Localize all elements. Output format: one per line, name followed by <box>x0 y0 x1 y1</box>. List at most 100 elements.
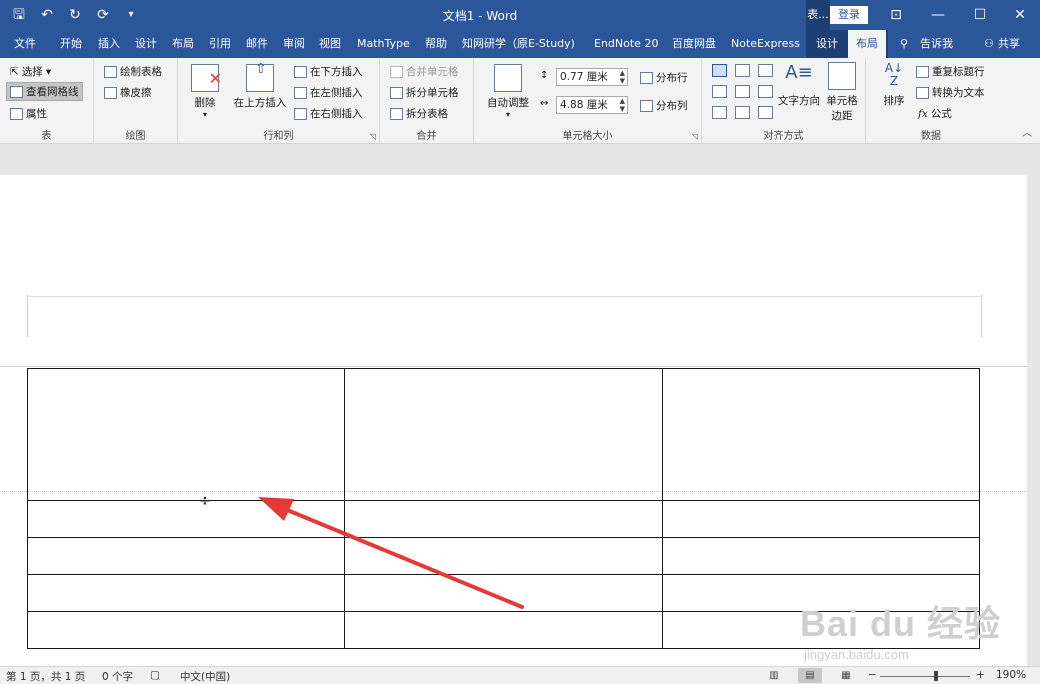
split-cells-button[interactable]: 拆分单元格 <box>390 85 459 100</box>
tab-share[interactable]: 共享 <box>998 30 1020 58</box>
align-bottom-center-icon[interactable] <box>735 106 750 119</box>
zoom-out-button[interactable]: − <box>868 669 877 681</box>
align-bottom-right-icon[interactable] <box>758 106 773 119</box>
zoom-in-button[interactable]: + <box>976 669 985 681</box>
autofit-button[interactable]: 自动调整 ▾ <box>480 64 536 119</box>
collapse-ribbon-icon[interactable]: ︿ <box>1022 124 1032 139</box>
group-label-rows-columns: 行和列 <box>263 131 294 142</box>
word-count[interactable]: 0 个字 <box>102 669 133 684</box>
properties-button[interactable]: 属性 <box>10 106 47 121</box>
cell-margins-button[interactable]: 单元格 边距 <box>824 62 860 123</box>
tab-insert[interactable]: 插入 <box>98 30 120 58</box>
tab-noteexpress[interactable]: NoteExpress <box>731 30 800 58</box>
distribute-columns-button[interactable]: 分布列 <box>640 98 688 113</box>
tab-endnote[interactable]: EndNote 20 <box>594 30 658 58</box>
tab-table-layout[interactable]: 布局 <box>848 30 886 58</box>
tell-me-icon[interactable]: ⚲ <box>900 30 908 58</box>
tab-tell-me[interactable]: 告诉我 <box>920 30 953 58</box>
print-layout-icon[interactable]: ▤ <box>798 668 822 683</box>
tab-help[interactable]: 帮助 <box>425 30 447 58</box>
web-layout-icon[interactable]: ▦ <box>834 668 858 683</box>
height-spinner-icon[interactable]: ▲ ▼ <box>620 69 625 85</box>
document-area: ÷ Bai du 经验 jingyan.baidu.com <box>0 145 1040 666</box>
read-mode-icon[interactable]: ▥ <box>762 668 786 683</box>
undo-icon[interactable]: ↶ <box>36 4 58 26</box>
ribbon-display-icon[interactable]: ⊡ <box>876 0 916 30</box>
tab-file[interactable]: 文件 <box>14 30 36 58</box>
table-cell[interactable] <box>661 537 981 575</box>
status-bar: 第 1 页，共 1 页 0 个字 ▢ 中文(中国) ▥ ▤ ▦ − + 190% <box>0 666 1040 684</box>
draw-table-button[interactable]: 绘制表格 <box>104 64 162 79</box>
tab-view[interactable]: 视图 <box>319 30 341 58</box>
tab-review[interactable]: 审阅 <box>283 30 305 58</box>
cell-size-dialog-launcher-icon[interactable]: ◹ <box>692 132 698 141</box>
delete-button[interactable]: ✕ 删除 ▾ <box>188 64 222 119</box>
select-button[interactable]: ⇱ 选择 ▾ <box>10 64 51 79</box>
tab-home[interactable]: 开始 <box>60 30 82 58</box>
document-title: 文档1 - Word <box>442 9 518 23</box>
customize-icon[interactable]: ▾ <box>120 4 142 26</box>
zoom-slider[interactable] <box>880 676 970 677</box>
save-icon[interactable]: 🖫 <box>8 4 30 26</box>
tab-references[interactable]: 引用 <box>209 30 231 58</box>
refresh-icon[interactable]: ⟳ <box>92 4 114 26</box>
tab-design[interactable]: 设计 <box>135 30 157 58</box>
tab-baidu-pan[interactable]: 百度网盘 <box>672 30 716 58</box>
zoom-level[interactable]: 190% <box>996 669 1026 681</box>
table-cell[interactable] <box>661 368 981 501</box>
sort-button[interactable]: A↓ Z 排序 <box>874 62 914 108</box>
zoom-slider-thumb[interactable] <box>934 671 938 681</box>
insert-above-button[interactable]: ⇧ 在上方插入 <box>232 61 288 110</box>
width-spinner-icon[interactable]: ▲ ▼ <box>620 97 625 113</box>
redo-icon[interactable]: ↻ <box>64 4 86 26</box>
table-cell[interactable] <box>344 611 663 649</box>
tab-mailings[interactable]: 邮件 <box>246 30 268 58</box>
formula-button[interactable]: fx 公式 <box>918 106 952 121</box>
align-middle-right-icon[interactable] <box>758 85 773 98</box>
insert-right-icon <box>294 107 307 120</box>
text-margin-guide <box>0 366 1027 367</box>
title-bar: 🖫 ↶ ↻ ⟳ ▾ 文档1 - Word 表... 登录 ⊡ — ☐ ✕ <box>0 0 1040 30</box>
tab-mathtype[interactable]: MathType <box>357 30 410 58</box>
group-draw: 绘制表格 橡皮擦 绘图 <box>94 58 178 144</box>
table-cell[interactable] <box>661 500 981 538</box>
table-cell[interactable] <box>26 368 346 501</box>
column-width-input[interactable]: 4.88 厘米 ▲ ▼ <box>556 96 628 114</box>
maximize-icon[interactable]: ☐ <box>960 0 1000 30</box>
share-icon[interactable]: ⚇ <box>984 30 994 58</box>
split-table-button[interactable]: 拆分表格 <box>390 106 448 121</box>
document-page[interactable]: ÷ Bai du 经验 jingyan.baidu.com <box>0 175 1027 666</box>
row-height-input[interactable]: 0.77 厘米 ▲ ▼ <box>556 68 628 86</box>
margin-mark-left <box>27 295 28 337</box>
repeat-header-button[interactable]: 重复标题行 <box>916 64 985 79</box>
align-middle-center-icon[interactable] <box>735 85 750 98</box>
align-top-left-icon[interactable] <box>712 64 727 77</box>
table-cell[interactable] <box>344 368 663 501</box>
sort-az-icon: A↓ Z <box>884 61 904 88</box>
insert-right-button[interactable]: 在右侧插入 <box>294 106 363 121</box>
eraser-button[interactable]: 橡皮擦 <box>104 85 152 100</box>
view-gridlines-button[interactable]: 查看网格线 <box>6 82 83 101</box>
align-bottom-left-icon[interactable] <box>712 106 727 119</box>
merge-cells-button[interactable]: 合并单元格 <box>390 64 459 79</box>
login-button[interactable]: 登录 <box>830 6 868 24</box>
group-table: ⇱ 选择 ▾ 查看网格线 属性 表 <box>0 58 94 144</box>
language-indicator[interactable]: 中文(中国) <box>180 669 230 684</box>
minimize-icon[interactable]: — <box>918 0 958 30</box>
align-top-center-icon[interactable] <box>735 64 750 77</box>
proofing-icon[interactable]: ▢ <box>150 669 160 681</box>
tab-table-design[interactable]: 设计 <box>816 30 838 58</box>
distribute-rows-button[interactable]: 分布行 <box>640 70 688 85</box>
page-count[interactable]: 第 1 页，共 1 页 <box>6 669 85 684</box>
insert-below-button[interactable]: 在下方插入 <box>294 64 363 79</box>
insert-left-button[interactable]: 在左侧插入 <box>294 85 363 100</box>
tab-cnki[interactable]: 知网研学（原E-Study) <box>462 30 575 58</box>
rows-columns-dialog-launcher-icon[interactable]: ◹ <box>370 132 376 141</box>
convert-to-text-button[interactable]: 转换为文本 <box>916 85 985 100</box>
tab-layout[interactable]: 布局 <box>172 30 194 58</box>
close-icon[interactable]: ✕ <box>1000 0 1040 30</box>
text-direction-button[interactable]: A≡ 文字方向 <box>776 62 822 108</box>
table-cell[interactable] <box>26 611 346 649</box>
align-middle-left-icon[interactable] <box>712 85 727 98</box>
align-top-right-icon[interactable] <box>758 64 773 77</box>
